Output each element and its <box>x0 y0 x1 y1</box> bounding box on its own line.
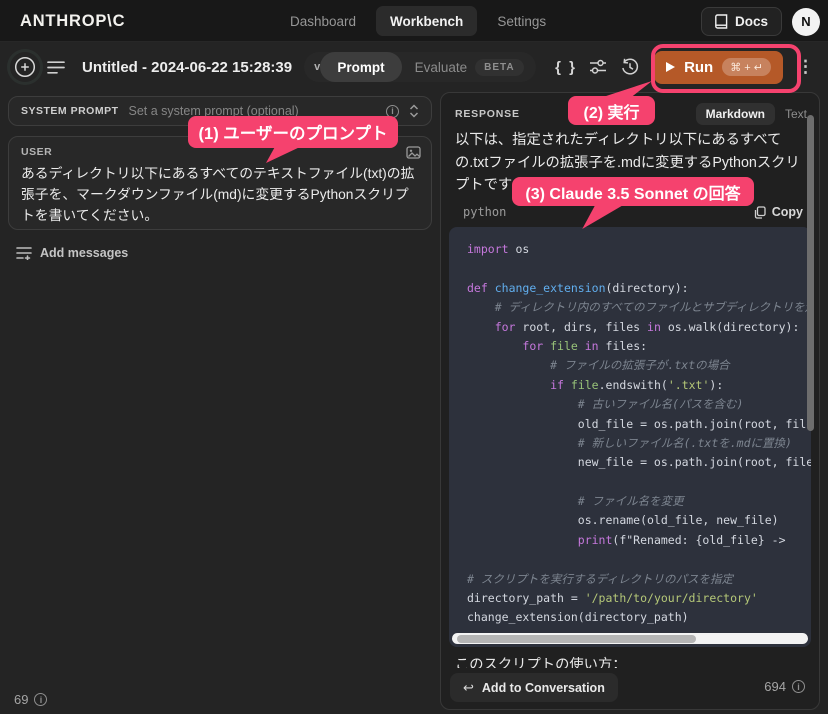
nav-item-dashboard[interactable]: Dashboard <box>276 6 370 36</box>
annotation-1-label: (1) ユーザーのプロンプト <box>199 120 388 144</box>
user-message-box[interactable]: USER あるディレクトリ以下にあるすべてのテキストファイル(txt)の拡張子を… <box>8 136 432 230</box>
response-bottom-bar: ↩ Add to Conversation 694 i <box>442 668 818 708</box>
prompt-list-button[interactable] <box>40 51 72 83</box>
add-messages-button[interactable]: Add messages <box>16 246 128 260</box>
info-icon[interactable]: i <box>34 693 47 706</box>
overflow-menu-button[interactable]: ⋮ <box>793 57 818 77</box>
code-block[interactable]: import os def change_extension(directory… <box>449 227 811 647</box>
code-language-label: python <box>463 205 506 219</box>
tab-evaluate[interactable]: Evaluate <box>415 60 468 75</box>
add-messages-icon <box>16 246 32 260</box>
list-icon <box>47 60 65 75</box>
annotation-3-label: (3) Claude 3.5 Sonnet の回答 <box>525 180 740 204</box>
code-header: python Copy <box>463 205 803 219</box>
braces-icon: { } <box>555 59 577 76</box>
mode-switcher: v1 Prompt Evaluate BETA <box>304 52 536 82</box>
horizontal-scrollbar[interactable] <box>452 633 808 644</box>
tab-prompt[interactable]: Prompt <box>320 52 401 82</box>
new-prompt-button[interactable] <box>10 52 40 82</box>
add-messages-label: Add messages <box>40 246 128 260</box>
top-nav: ANTHROP\C Dashboard Workbench Settings D… <box>0 0 828 42</box>
sliders-icon <box>588 58 608 76</box>
annotation-claude-response: (3) Claude 3.5 Sonnet の回答 <box>512 177 754 206</box>
toolbar: Untitled - 2024-06-22 15:28:39 v1 Prompt… <box>0 42 828 92</box>
return-arrow-icon: ↩ <box>463 680 474 696</box>
text-toggle[interactable]: Text <box>785 107 807 121</box>
prompt-token-count: 69 i <box>14 692 47 707</box>
book-icon <box>715 14 728 29</box>
response-token-value: 694 <box>764 679 786 694</box>
markdown-toggle[interactable]: Markdown <box>696 103 775 125</box>
docs-label: Docs <box>735 14 768 29</box>
annotation-user-prompt: (1) ユーザーのプロンプト <box>188 116 398 148</box>
attach-image-icon[interactable] <box>406 146 421 159</box>
nav-right: Docs N <box>701 7 820 36</box>
plus-circle-icon <box>12 54 38 80</box>
history-button[interactable] <box>614 51 646 83</box>
add-to-conversation-label: Add to Conversation <box>482 681 605 695</box>
beta-badge: BETA <box>475 59 523 76</box>
expand-icon[interactable] <box>409 104 419 118</box>
copy-icon <box>754 206 766 219</box>
copy-button[interactable]: Copy <box>754 205 803 219</box>
workbench-page: ANTHROP\C Dashboard Workbench Settings D… <box>0 0 828 714</box>
nav-item-workbench[interactable]: Workbench <box>376 6 477 36</box>
vertical-scrollbar-thumb[interactable] <box>807 115 814 431</box>
response-label: RESPONSE <box>455 108 520 120</box>
play-icon <box>666 62 675 72</box>
nav-item-settings[interactable]: Settings <box>483 6 560 36</box>
history-icon <box>620 57 640 77</box>
annotation-2-label: (2) 実行 <box>583 99 639 123</box>
variables-button[interactable]: { } <box>550 51 582 83</box>
kebab-icon: ⋮ <box>797 57 814 76</box>
copy-label: Copy <box>772 205 803 219</box>
anthropic-logo: ANTHROP\C <box>20 0 125 42</box>
avatar[interactable]: N <box>792 8 820 36</box>
system-prompt-label: SYSTEM PROMPT <box>21 105 119 117</box>
prompt-token-value: 69 <box>14 692 28 707</box>
run-shortcut-badge: ⌘ + ↵ <box>722 58 771 76</box>
add-to-conversation-button[interactable]: ↩ Add to Conversation <box>450 673 618 702</box>
docs-button[interactable]: Docs <box>701 7 782 36</box>
info-icon[interactable]: i <box>792 680 805 693</box>
run-button[interactable]: Run ⌘ + ↵ <box>654 51 783 84</box>
model-settings-button[interactable] <box>582 51 614 83</box>
user-message-text[interactable]: あるディレクトリ以下にあるすべてのテキストファイル(txt)の拡張子を、マークダ… <box>21 163 419 226</box>
annotation-run: (2) 実行 <box>568 96 655 125</box>
code-content: import os def change_extension(directory… <box>467 240 811 628</box>
nav-tabs: Dashboard Workbench Settings <box>276 6 560 36</box>
run-label: Run <box>684 59 713 76</box>
response-token-count: 694 i <box>764 679 805 694</box>
horizontal-scrollbar-thumb[interactable] <box>457 635 696 643</box>
prompt-title[interactable]: Untitled - 2024-06-22 15:28:39 <box>82 59 292 76</box>
